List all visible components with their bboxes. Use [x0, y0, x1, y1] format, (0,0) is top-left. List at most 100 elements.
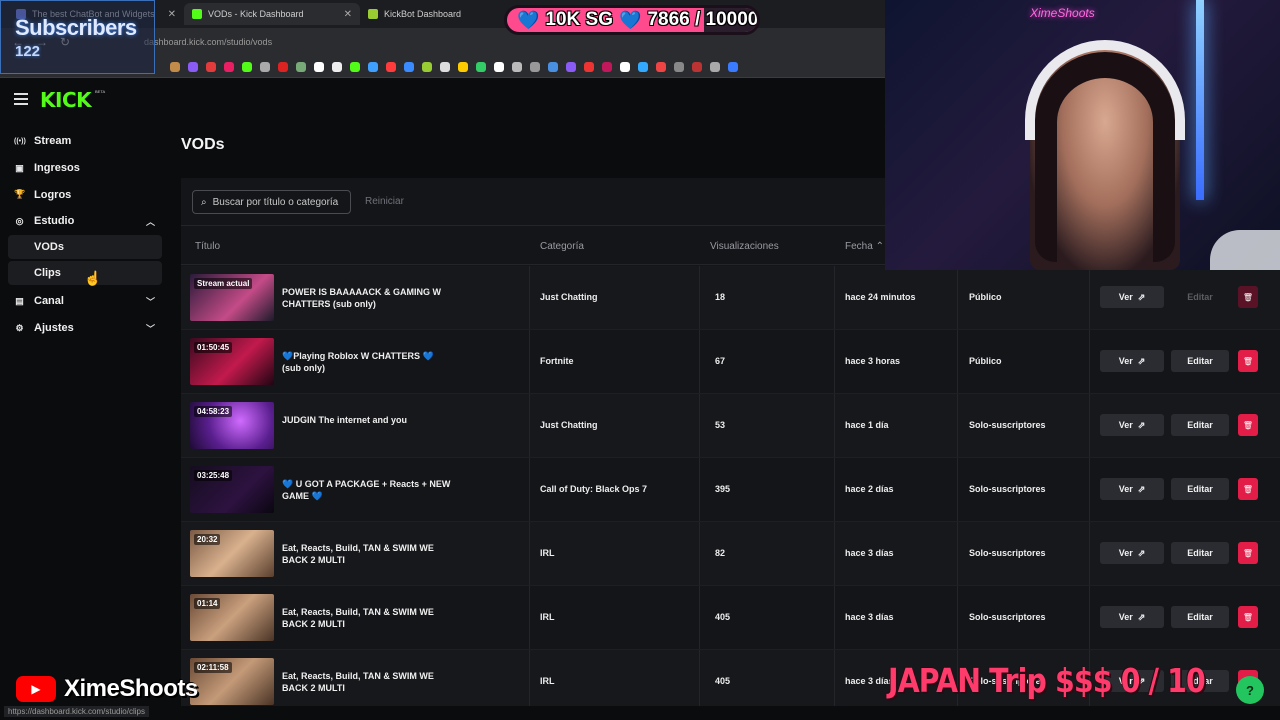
bookmark-icon[interactable] — [530, 61, 540, 72]
sidebar-subitem-vods[interactable]: VODs — [8, 234, 162, 259]
bookmark-icon[interactable] — [692, 61, 702, 72]
vod-thumbnail[interactable]: 20:32 — [190, 530, 274, 577]
table-row[interactable]: 20:32 Eat, Reacts, Build, TAN & SWIM WE B… — [181, 522, 1280, 586]
external-link-icon: ⇗ — [1137, 419, 1146, 430]
bookmark-icon[interactable] — [548, 61, 558, 72]
bookmark-icon[interactable] — [278, 61, 288, 72]
vod-title[interactable]: Eat, Reacts, Build, TAN & SWIM WE BACK 2… — [282, 671, 452, 694]
bookmark-icon[interactable] — [440, 61, 450, 72]
bookmark-icon[interactable] — [728, 61, 738, 72]
vod-thumbnail[interactable]: 01:14 — [190, 594, 274, 641]
header-date[interactable]: Fecha ⌃ — [845, 241, 884, 252]
bookmark-icon[interactable] — [602, 61, 612, 72]
menu-icon[interactable] — [14, 93, 28, 105]
bookmark-icon[interactable] — [638, 61, 648, 72]
browser-tab[interactable]: VODs - Kick Dashboard ✕ — [184, 3, 360, 25]
bookmark-icon[interactable] — [584, 61, 594, 72]
bookmark-icon[interactable] — [386, 61, 396, 72]
table-row[interactable]: Stream actual POWER IS BAAAAACK & GAMING … — [181, 266, 1280, 330]
vod-category: IRL — [540, 548, 555, 558]
bookmark-icon[interactable] — [332, 61, 342, 72]
close-icon[interactable]: ✕ — [344, 9, 352, 20]
vod-title[interactable]: Eat, Reacts, Build, TAN & SWIM WE BACK 2… — [282, 543, 452, 566]
table-row[interactable]: 01:50:45 💙Playing Roblox W CHATTERS 💙 (su… — [181, 330, 1280, 394]
bookmark-icon[interactable] — [242, 61, 252, 72]
view-button[interactable]: Ver ⇗ — [1100, 478, 1164, 500]
vod-thumbnail[interactable]: 04:58:23 — [190, 402, 274, 449]
bookmark-icon[interactable] — [512, 61, 522, 72]
bookmark-icon[interactable] — [674, 61, 684, 72]
table-row[interactable]: 01:14 Eat, Reacts, Build, TAN & SWIM WE B… — [181, 586, 1280, 650]
bookmark-icon[interactable] — [224, 61, 234, 72]
bookmark-icon[interactable] — [404, 61, 414, 72]
chevron-up-icon[interactable]: ︿ — [146, 215, 155, 228]
search-input[interactable]: ⌕ Buscar por título o categoría — [192, 190, 351, 214]
edit-button[interactable]: Editar — [1171, 542, 1229, 564]
vod-title[interactable]: 💙Playing Roblox W CHATTERS 💙 (sub only) — [282, 351, 452, 374]
vod-title[interactable]: JUDGIN The internet and you — [282, 415, 452, 427]
sidebar-item-ingresos[interactable]: ▣ Ingresos — [0, 155, 170, 182]
vod-title[interactable]: 💙 U GOT A PACKAGE + Reacts + NEW GAME 💙 — [282, 479, 452, 502]
edit-button[interactable]: Editar — [1171, 350, 1229, 372]
delete-button[interactable]: 🗑 — [1238, 414, 1258, 436]
chevron-down-icon[interactable]: ﹀ — [146, 322, 155, 335]
close-icon[interactable]: ✕ — [168, 9, 176, 20]
view-label: Ver — [1118, 420, 1133, 430]
vod-title[interactable]: Eat, Reacts, Build, TAN & SWIM WE BACK 2… — [282, 607, 452, 630]
sidebar-item-logros[interactable]: 🏆 Logros — [0, 181, 170, 208]
vod-thumbnail[interactable]: 03:25:48 — [190, 466, 274, 513]
bookmark-icon[interactable] — [494, 61, 504, 72]
bookmark-icon[interactable] — [422, 61, 432, 72]
delete-button[interactable]: 🗑 — [1238, 478, 1258, 500]
bookmark-icon[interactable] — [314, 61, 324, 72]
edit-button[interactable]: Editar — [1171, 478, 1229, 500]
bookmark-icon[interactable] — [566, 61, 576, 72]
bookmark-icon[interactable] — [296, 61, 306, 72]
bookmark-icon[interactable] — [350, 61, 360, 72]
view-button[interactable]: Ver ⇗ — [1100, 414, 1164, 436]
duration-badge: 01:14 — [194, 598, 221, 609]
neon-light — [1196, 0, 1204, 200]
sidebar-item-ajustes[interactable]: ⚙ Ajustes ﹀ — [0, 315, 170, 342]
bookmark-icon[interactable] — [656, 61, 666, 72]
vod-title[interactable]: POWER IS BAAAAACK & GAMING W CHATTERS (s… — [282, 287, 452, 310]
edit-button[interactable]: Editar — [1171, 606, 1229, 628]
view-button[interactable]: Ver ⇗ — [1100, 286, 1164, 308]
delete-button[interactable]: 🗑 — [1238, 542, 1258, 564]
header-views[interactable]: Visualizaciones — [710, 241, 779, 252]
column-divider — [834, 266, 835, 329]
url-text[interactable]: dashboard.kick.com/studio/vods — [144, 37, 272, 47]
view-button[interactable]: Ver ⇗ — [1100, 542, 1164, 564]
delete-button[interactable]: 🗑 — [1238, 606, 1258, 628]
bookmark-icon[interactable] — [188, 61, 198, 72]
edit-button[interactable]: Editar — [1171, 414, 1229, 436]
bookmark-icon[interactable] — [170, 61, 180, 72]
table-row[interactable]: 04:58:23 JUDGIN The internet and you Just … — [181, 394, 1280, 458]
bookmark-icon[interactable] — [710, 61, 720, 72]
reset-button[interactable]: Reiniciar — [365, 196, 404, 207]
view-button[interactable]: Ver ⇗ — [1100, 606, 1164, 628]
kick-logo[interactable]: KICK — [40, 88, 92, 112]
chat-support-button[interactable]: ? — [1236, 676, 1264, 704]
youtube-overlay: ▶ XimeShoots — [0, 670, 230, 708]
vod-views: 405 — [715, 676, 731, 686]
bookmark-icon[interactable] — [458, 61, 468, 72]
header-title[interactable]: Título — [195, 241, 220, 252]
view-label: Ver — [1118, 292, 1133, 302]
bookmark-icon[interactable] — [620, 61, 630, 72]
bookmark-icon[interactable] — [260, 61, 270, 72]
sidebar-item-canal[interactable]: ▤ Canal ﹀ — [0, 288, 170, 315]
delete-button[interactable]: 🗑 — [1238, 350, 1258, 372]
bookmark-icon[interactable] — [476, 61, 486, 72]
vod-thumbnail[interactable]: 01:50:45 — [190, 338, 274, 385]
chevron-down-icon[interactable]: ﹀ — [146, 295, 155, 308]
bookmark-icon[interactable] — [206, 61, 216, 72]
vod-thumbnail[interactable]: Stream actual — [190, 274, 274, 321]
bookmark-icon[interactable] — [368, 61, 378, 72]
sidebar-item-estudio[interactable]: ◎ Estudio ︿ — [0, 208, 170, 235]
view-button[interactable]: Ver ⇗ — [1100, 350, 1164, 372]
header-category[interactable]: Categoría — [540, 241, 584, 252]
sidebar-item-stream[interactable]: ((•)) Stream — [0, 128, 170, 155]
table-row[interactable]: 03:25:48 💙 U GOT A PACKAGE + Reacts + NEW… — [181, 458, 1280, 522]
delete-button[interactable]: 🗑 — [1238, 286, 1258, 308]
